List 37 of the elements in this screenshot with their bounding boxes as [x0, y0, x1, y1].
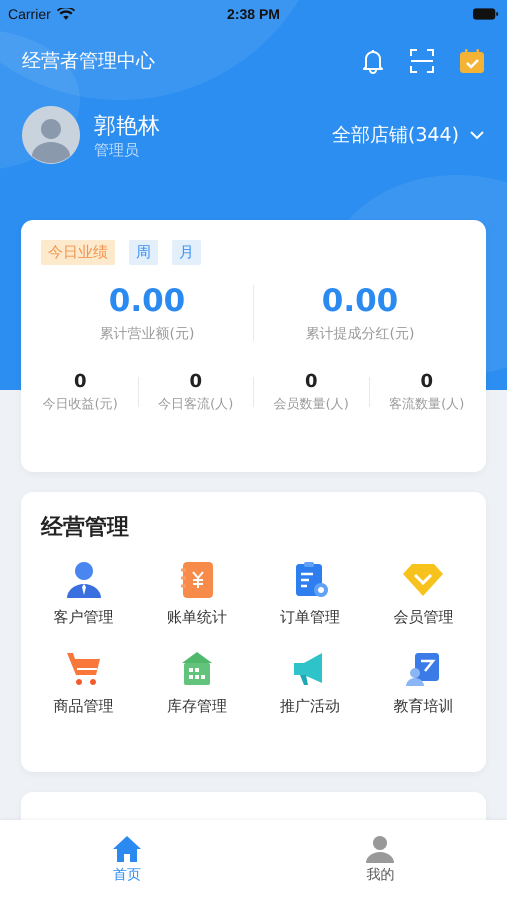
total-value: 0.00 [108, 283, 186, 319]
stat-value: 0 [74, 371, 87, 392]
user-role: 管理员 [94, 140, 140, 160]
status-time: 2:38 PM [227, 6, 280, 22]
total-label: 累计营业额(元) [100, 325, 194, 343]
calendar-check-icon[interactable] [459, 48, 485, 74]
user-name: 郭艳林 [94, 112, 160, 140]
home-icon [112, 834, 142, 864]
avatar [22, 106, 80, 164]
section-title: 经营管理 [41, 514, 130, 542]
page-title: 经营者管理中心 [22, 49, 155, 74]
feature-label[interactable]: 订单管理 [280, 608, 340, 627]
total-label: 累计提成分红(元) [306, 325, 414, 343]
stat-value: 0 [189, 371, 202, 392]
feature-label[interactable]: 推广活动 [280, 697, 340, 716]
stat-value: 0 [420, 371, 434, 392]
carrier-label: Carrier [8, 6, 51, 22]
feature-label[interactable]: 教育培训 [393, 697, 454, 716]
stat-value: 0 [304, 371, 318, 392]
feature-label[interactable]: 账单统计 [166, 608, 227, 627]
total-value: 0.00 [322, 283, 398, 319]
stat-label: 会员数量(人) [274, 396, 349, 413]
scan-icon[interactable] [409, 48, 435, 74]
stat-label: 客流数量(人) [389, 396, 464, 413]
battery-icon [473, 8, 499, 20]
feature-label[interactable]: 商品管理 [54, 697, 114, 716]
chevron-down-icon [469, 130, 485, 140]
feature-label[interactable]: 库存管理 [166, 697, 227, 716]
stat-label: 今日客流(人) [158, 396, 234, 413]
wifi-icon [56, 8, 75, 20]
feature-label[interactable]: 客户管理 [54, 608, 114, 627]
tab-item[interactable]: 首页 [0, 820, 254, 900]
bell-icon[interactable] [361, 48, 385, 74]
feature-label[interactable]: 会员管理 [393, 608, 454, 627]
person-icon [365, 834, 396, 864]
tab-item[interactable]: 我的 [254, 820, 507, 900]
stat-label: 今日收益(元) [42, 396, 118, 413]
